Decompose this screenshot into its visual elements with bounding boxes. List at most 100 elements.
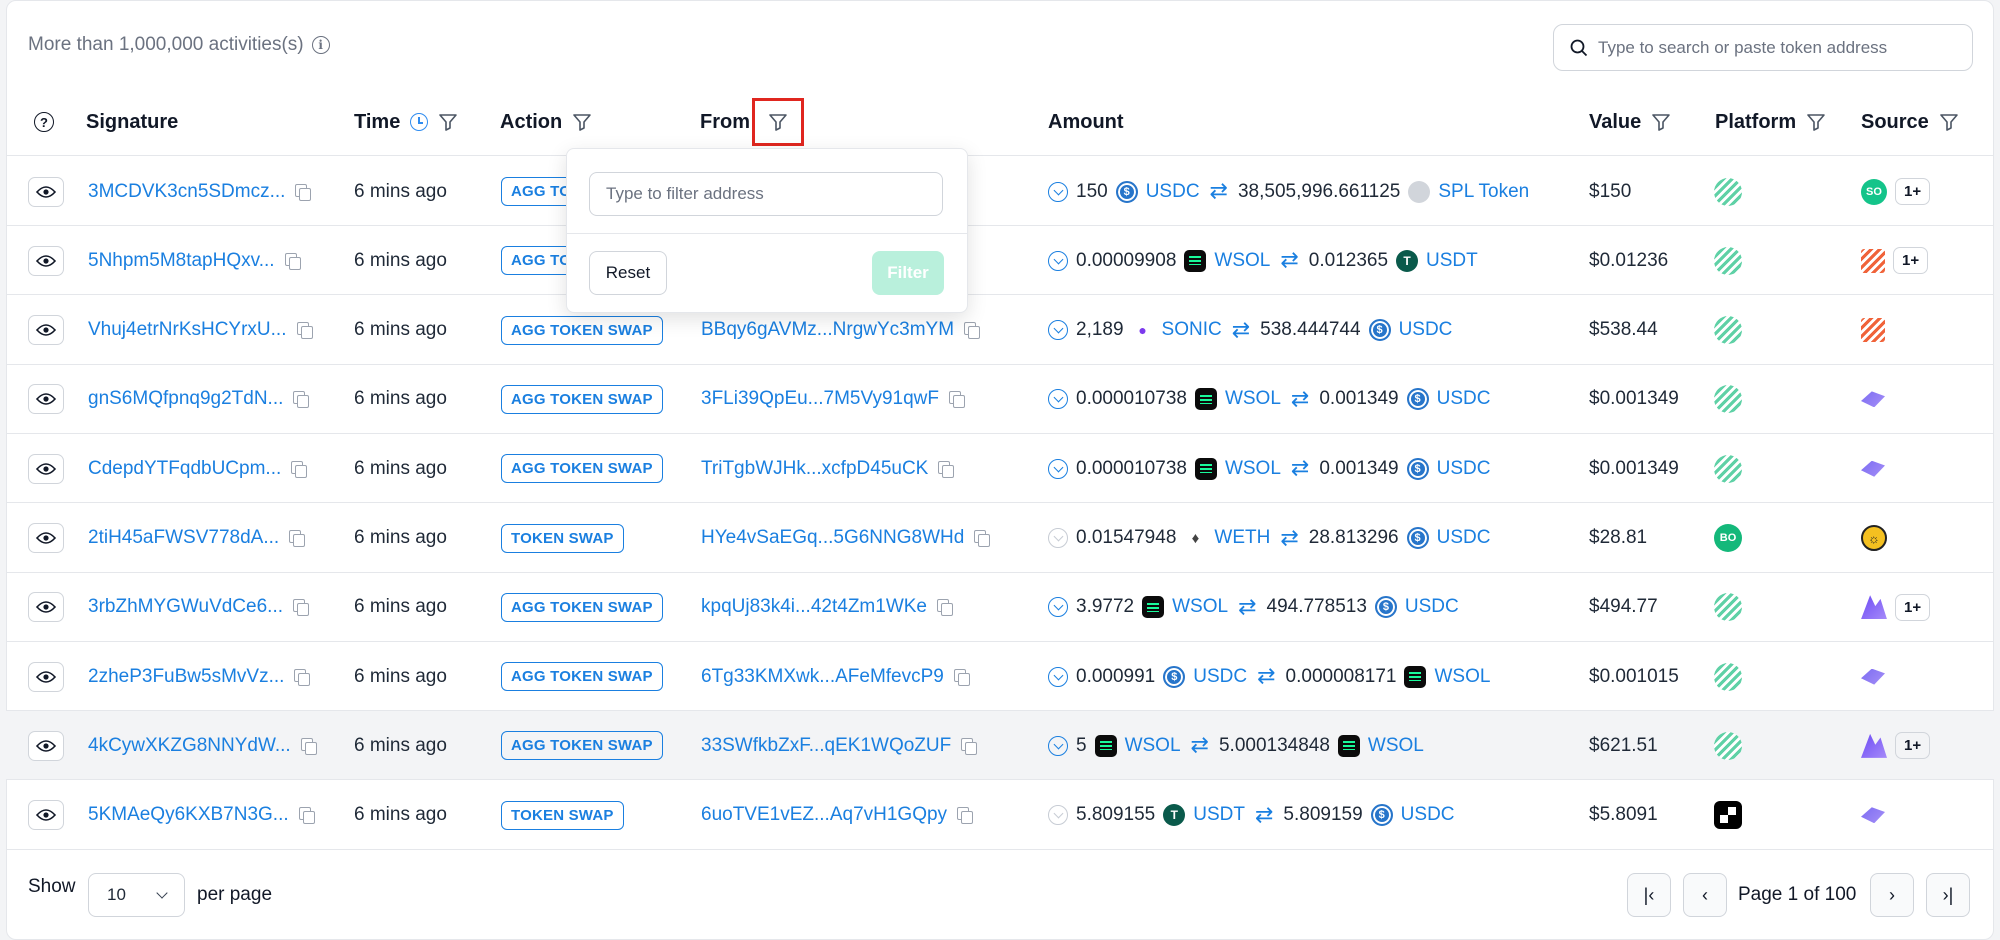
from-address-link[interactable]: kpqUj83k4i...42t4Zm1WKe — [701, 596, 927, 618]
table-row[interactable]: 3rbZhMYGWuVdCe6... 6 mins ago AGG TOKEN SW… — [6, 573, 1994, 642]
source-more-pill[interactable]: 1+ — [1895, 732, 1931, 760]
table-row[interactable]: 3MCDVK3cn5SDmcz... 6 mins ago AGG TO 150 $ US… — [6, 157, 1994, 226]
first-page-button[interactable]: |‹ — [1627, 873, 1671, 917]
view-button[interactable] — [28, 661, 64, 692]
copy-icon[interactable] — [284, 252, 301, 270]
copy-icon[interactable] — [291, 460, 308, 478]
platform-cell[interactable] — [1714, 157, 1742, 226]
from-address-link[interactable]: TriTgbWJHk...xcfpD45uCK — [701, 458, 928, 480]
token-in-link[interactable]: WETH — [1214, 527, 1270, 549]
table-row[interactable]: 4kCywXKZG8NNYdW... 6 mins ago AGG TOKEN SW… — [6, 711, 1994, 781]
chevron-down-icon[interactable] — [1048, 250, 1068, 271]
view-button[interactable] — [28, 176, 64, 207]
token-out-link[interactable]: WSOL — [1368, 735, 1424, 757]
source-cell[interactable]: SO 1+ — [1861, 157, 1931, 226]
table-row[interactable]: 2zheP3FuBw5sMvVz... 6 mins ago AGG TOKEN S… — [6, 642, 1994, 712]
platform-cell[interactable]: BO — [1714, 504, 1742, 573]
signature-link[interactable]: 5Nhpm5M8tapHQxv... — [88, 250, 275, 272]
table-row[interactable]: 5Nhpm5M8tapHQxv...6 mins agoAGG TOy0.000… — [6, 226, 1994, 296]
help-icon[interactable]: ? — [34, 112, 54, 132]
from-address-link[interactable]: 6uoTVE1vEZ...Aq7vH1GQpy — [701, 804, 947, 826]
token-out-link[interactable]: USDC — [1399, 319, 1453, 341]
search-input[interactable] — [1598, 37, 1958, 58]
action-filter-icon[interactable] — [572, 112, 592, 132]
token-in-link[interactable]: USDT — [1193, 804, 1245, 826]
signature-link[interactable]: gnS6MQfpnq9g2TdN... — [88, 388, 283, 410]
chevron-down-icon[interactable] — [1048, 666, 1068, 687]
token-out-link[interactable]: USDT — [1426, 250, 1478, 272]
platform-cell[interactable] — [1714, 365, 1742, 434]
copy-icon[interactable] — [948, 391, 965, 409]
token-out-link[interactable]: USDC — [1437, 388, 1491, 410]
chevron-down-icon[interactable] — [1048, 181, 1068, 202]
chevron-down-icon[interactable] — [1048, 597, 1068, 618]
source-cell[interactable] — [1861, 434, 1885, 503]
platform-cell[interactable] — [1714, 711, 1742, 780]
copy-icon[interactable] — [298, 807, 315, 825]
view-button[interactable] — [28, 800, 64, 831]
token-out-link[interactable]: WSOL — [1434, 666, 1490, 688]
from-address-link[interactable]: 3FLi39QpEu...7M5Vy91qwF — [701, 388, 939, 410]
table-row[interactable]: CdepdYTFqdbUCpm... 6 mins ago AGG TOKEN SW… — [6, 434, 1994, 504]
table-row[interactable]: gnS6MQfpnq9g2TdN... 6 mins ago AGG TOKEN S… — [6, 365, 1994, 434]
from-address-link[interactable]: 6Tg33KMXwk...AFeMfevcP9 — [701, 666, 944, 688]
copy-icon[interactable] — [289, 530, 306, 547]
platform-filter-icon[interactable] — [1806, 112, 1826, 132]
copy-icon[interactable] — [974, 530, 991, 547]
token-in-link[interactable]: USDC — [1193, 666, 1247, 688]
token-in-link[interactable]: WSOL — [1172, 596, 1228, 618]
source-cell[interactable]: 1+ — [1861, 711, 1931, 780]
view-button[interactable] — [28, 730, 64, 761]
reset-button[interactable]: Reset — [589, 251, 667, 295]
info-icon[interactable]: i — [311, 36, 330, 54]
platform-cell[interactable] — [1714, 573, 1742, 642]
from-address-link[interactable]: BBqy6gAVMz...NrgwYc3mYM — [701, 319, 954, 341]
token-out-link[interactable]: USDC — [1437, 527, 1491, 549]
copy-icon[interactable] — [938, 460, 955, 478]
help-header[interactable]: ? — [34, 88, 54, 156]
signature-link[interactable]: 3rbZhMYGWuVdCe6... — [88, 596, 283, 618]
copy-icon[interactable] — [937, 599, 953, 617]
signature-link[interactable]: 2tiH45aFWSV778dA... — [88, 527, 279, 549]
copy-icon[interactable] — [957, 807, 974, 825]
token-in-link[interactable]: WSOL — [1225, 388, 1281, 410]
platform-cell[interactable] — [1714, 434, 1742, 503]
platform-cell[interactable] — [1714, 642, 1742, 711]
chevron-down-icon[interactable] — [1048, 528, 1068, 548]
token-in-link[interactable]: WSOL — [1125, 735, 1181, 757]
signature-link[interactable]: CdepdYTFqdbUCpm... — [88, 458, 281, 480]
from-address-link[interactable]: HYe4vSaEGq...5G6NNG8WHd — [701, 527, 964, 549]
next-page-button[interactable]: › — [1870, 873, 1914, 917]
table-row[interactable]: 2tiH45aFWSV778dA... 6 mins ago TOKEN SWAP H… — [6, 504, 1994, 573]
view-button[interactable] — [28, 453, 64, 484]
source-cell[interactable]: 1+ — [1861, 573, 1931, 642]
table-row[interactable]: Vhuj4etrNrKsHCYrxU... 6 mins ago AGG TOKEN… — [6, 296, 1994, 365]
search-box[interactable] — [1553, 24, 1973, 71]
token-in-link[interactable]: WSOL — [1225, 458, 1281, 480]
view-button[interactable] — [28, 523, 64, 553]
filter-button[interactable]: Filter — [872, 251, 944, 295]
time-filter-icon[interactable] — [438, 112, 458, 132]
from-filter-highlight[interactable] — [752, 98, 804, 146]
per-page-select[interactable]: 10 — [88, 873, 185, 917]
source-cell[interactable] — [1861, 296, 1885, 365]
chevron-down-icon[interactable] — [1048, 458, 1068, 479]
signature-link[interactable]: 4kCywXKZG8NNYdW... — [88, 735, 291, 757]
chevron-down-icon[interactable] — [1048, 389, 1068, 410]
chevron-down-icon[interactable] — [1048, 735, 1068, 756]
prev-page-button[interactable]: ‹ — [1683, 873, 1727, 917]
copy-icon[interactable] — [294, 668, 311, 686]
platform-cell[interactable] — [1714, 781, 1742, 850]
clock-icon[interactable] — [410, 113, 429, 131]
token-in-link[interactable]: WSOL — [1214, 250, 1270, 272]
source-more-pill[interactable]: 1+ — [1895, 593, 1931, 621]
token-out-link[interactable]: SPL Token — [1438, 181, 1529, 203]
source-cell[interactable] — [1861, 642, 1885, 711]
copy-icon[interactable] — [295, 183, 312, 201]
copy-icon[interactable] — [953, 668, 970, 686]
copy-icon[interactable] — [961, 737, 978, 755]
source-filter-icon[interactable] — [1939, 112, 1959, 132]
source-more-pill[interactable]: 1+ — [1893, 247, 1929, 275]
source-cell[interactable] — [1861, 365, 1885, 434]
last-page-button[interactable]: ›| — [1926, 873, 1970, 917]
